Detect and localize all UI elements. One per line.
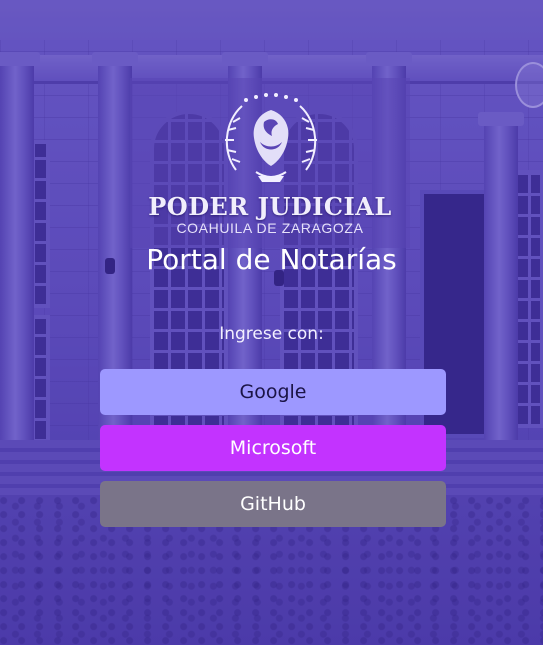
institution-name: PODER JUDICIAL	[148, 192, 392, 221]
login-prompt: Ingrese con:	[219, 324, 324, 344]
google-login-button[interactable]: Google	[100, 369, 446, 415]
coat-of-arms-icon	[225, 93, 317, 182]
state-name: COAHUILA DE ZARAGOZA	[176, 220, 364, 236]
google-login-label: Google	[239, 381, 307, 403]
login-screen: PODER JUDICIAL COAHUILA DE ZARAGOZA Port…	[0, 0, 543, 645]
page-title: Portal de Notarías	[146, 243, 397, 276]
github-login-label: GitHub	[240, 493, 306, 515]
github-login-button[interactable]: GitHub	[100, 481, 446, 527]
microsoft-login-button[interactable]: Microsoft	[100, 425, 446, 471]
microsoft-login-label: Microsoft	[229, 437, 317, 459]
